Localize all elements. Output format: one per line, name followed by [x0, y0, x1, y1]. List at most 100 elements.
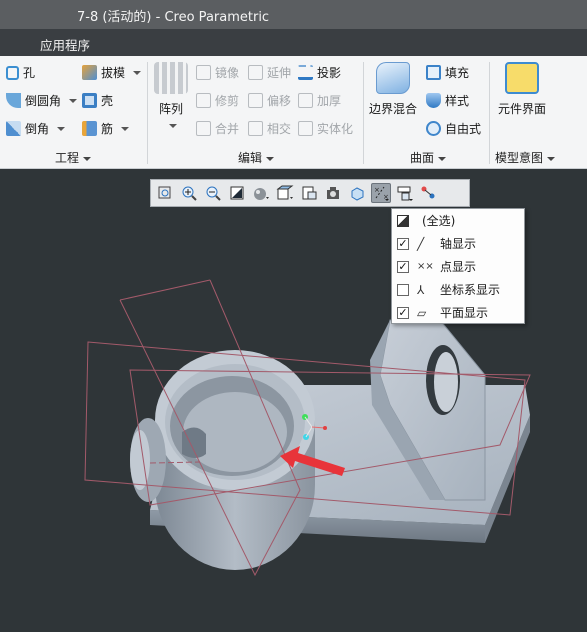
project-icon [298, 65, 313, 80]
trim-icon [196, 93, 211, 108]
project-button[interactable]: 投影 [298, 64, 341, 81]
extend-icon [248, 65, 263, 80]
menu-item-select-all[interactable]: (全选) [392, 209, 524, 232]
ribbon-divider [489, 62, 490, 164]
lug-hole-wall [434, 352, 458, 412]
offset-label: 偏移 [267, 94, 292, 108]
coordinate-system-icon: ⅄ [417, 282, 425, 297]
boundary-blend-label: 边界混合 [369, 102, 418, 116]
menu-item-csys-display[interactable]: ⅄ 坐标系显示 [392, 278, 524, 301]
trim-button[interactable]: 修剪 [196, 92, 239, 109]
project-label: 投影 [317, 66, 342, 80]
freestyle-label: 自由式 [445, 122, 482, 136]
fill-label: 填充 [445, 66, 470, 80]
merge-button[interactable]: 合并 [196, 120, 239, 137]
freestyle-button[interactable]: 自由式 [426, 120, 481, 137]
fill-button[interactable]: 填充 [426, 64, 469, 81]
axis-display-checkbox[interactable]: ✓ [397, 237, 409, 250]
solidify-label: 实体化 [317, 122, 354, 136]
ribbon-divider [147, 62, 148, 164]
component-interface-button[interactable]: 元件界面 [498, 62, 546, 117]
annotation-display-icon[interactable] [395, 183, 415, 203]
plane-display-checkbox[interactable]: ✓ [397, 306, 409, 319]
select-all-label: (全选) [422, 214, 456, 228]
editing-group-label[interactable]: 编辑 [238, 149, 274, 166]
datum-display-filter-menu: (全选) ✓ ╱ 轴显示 ✓ ×× 点显示 ⅄ 坐标系显示 ✓ ▱ 平面显示 [391, 208, 525, 324]
ribbon-divider [363, 62, 364, 164]
saved-orientations-icon[interactable] [275, 183, 295, 203]
style-button[interactable]: 样式 [426, 92, 469, 109]
pattern-label: 阵列 [158, 102, 183, 116]
menu-item-point-display[interactable]: ✓ ×× 点显示 [392, 255, 524, 278]
display-style-icon[interactable] [251, 183, 271, 203]
menu-item-plane-display[interactable]: ✓ ▱ 平面显示 [392, 301, 524, 324]
repaint-icon[interactable] [227, 183, 247, 203]
chamfer-button[interactable]: 倒角 [6, 120, 65, 137]
menu-applications[interactable]: 应用程序 [40, 35, 90, 54]
csys-display-label: 坐标系显示 [440, 283, 501, 297]
point-icon: ×× [417, 261, 434, 272]
round-button[interactable]: 倒圆角 [6, 92, 77, 109]
spin-center-icon[interactable] [347, 183, 367, 203]
rib-label: 筋 [101, 122, 114, 136]
engineering-group-label[interactable]: 工程 [55, 149, 91, 166]
pattern-icon [154, 62, 188, 94]
solidify-button[interactable]: 实体化 [298, 120, 353, 137]
surfaces-group-label[interactable]: 曲面 [410, 149, 446, 166]
hole-label: 孔 [23, 66, 36, 80]
hole-icon [6, 65, 19, 80]
solidify-icon [298, 121, 313, 136]
plane-display-label: 平面显示 [440, 306, 489, 320]
ribbon: 孔 拔模 倒圆角 壳 倒角 筋 工程 阵列 镜像 延伸 投影 修剪 偏移 加厚 … [0, 56, 587, 169]
component-interface-icon [505, 62, 539, 94]
zoom-out-icon[interactable] [203, 183, 223, 203]
extend-button[interactable]: 延伸 [248, 64, 291, 81]
model-intent-group-label[interactable]: 模型意图 [495, 149, 555, 166]
chamfer-label: 倒角 [25, 122, 50, 136]
merge-icon [196, 121, 211, 136]
offset-icon [248, 93, 263, 108]
offset-button[interactable]: 偏移 [248, 92, 291, 109]
intersect-icon [248, 121, 263, 136]
intersect-button[interactable]: 相交 [248, 120, 291, 137]
point-display-checkbox[interactable]: ✓ [397, 260, 409, 273]
view-manager-icon[interactable] [299, 183, 319, 203]
title-bar: 7-8 (活动的) - Creo Parametric [0, 0, 587, 29]
graphics-toolbar: × × [150, 179, 470, 207]
csys-display-checkbox[interactable] [397, 283, 409, 296]
plane-icon: ▱ [417, 305, 427, 320]
axis-icon: ╱ [417, 236, 425, 251]
model-tree-display-icon[interactable] [419, 183, 439, 203]
freestyle-icon [426, 121, 441, 136]
datum-point-red [323, 426, 327, 430]
perspective-icon[interactable] [323, 183, 343, 203]
intersect-label: 相交 [267, 122, 292, 136]
thicken-label: 加厚 [317, 94, 342, 108]
pattern-dropdown[interactable] [165, 117, 177, 131]
axis-display-label: 轴显示 [440, 237, 477, 251]
style-label: 样式 [445, 94, 470, 108]
refit-icon[interactable] [155, 183, 175, 203]
pattern-button[interactable]: 阵列 [154, 62, 188, 131]
rib-button[interactable]: 筋 [82, 120, 129, 137]
point-display-label: 点显示 [440, 260, 477, 274]
draft-button[interactable]: 拔模 [82, 64, 141, 81]
window-title: 7-8 (活动的) - Creo Parametric [77, 10, 270, 25]
shell-button[interactable]: 壳 [82, 92, 113, 109]
menu-item-axis-display[interactable]: ✓ ╱ 轴显示 [392, 232, 524, 255]
zoom-in-icon[interactable] [179, 183, 199, 203]
boundary-blend-button[interactable]: 边界混合 [369, 62, 417, 117]
boss-slot [182, 427, 206, 458]
mirror-icon [196, 65, 211, 80]
trim-label: 修剪 [215, 94, 240, 108]
shell-label: 壳 [101, 94, 114, 108]
fill-icon [426, 65, 441, 80]
datum-display-filters-icon[interactable]: × × [371, 183, 391, 203]
mirror-button[interactable]: 镜像 [196, 64, 239, 81]
round-icon [6, 93, 21, 108]
extend-label: 延伸 [267, 66, 292, 80]
thicken-button[interactable]: 加厚 [298, 92, 341, 109]
select-all-checkbox[interactable] [397, 214, 409, 227]
hole-button[interactable]: 孔 [6, 64, 35, 81]
draft-icon [82, 65, 97, 80]
